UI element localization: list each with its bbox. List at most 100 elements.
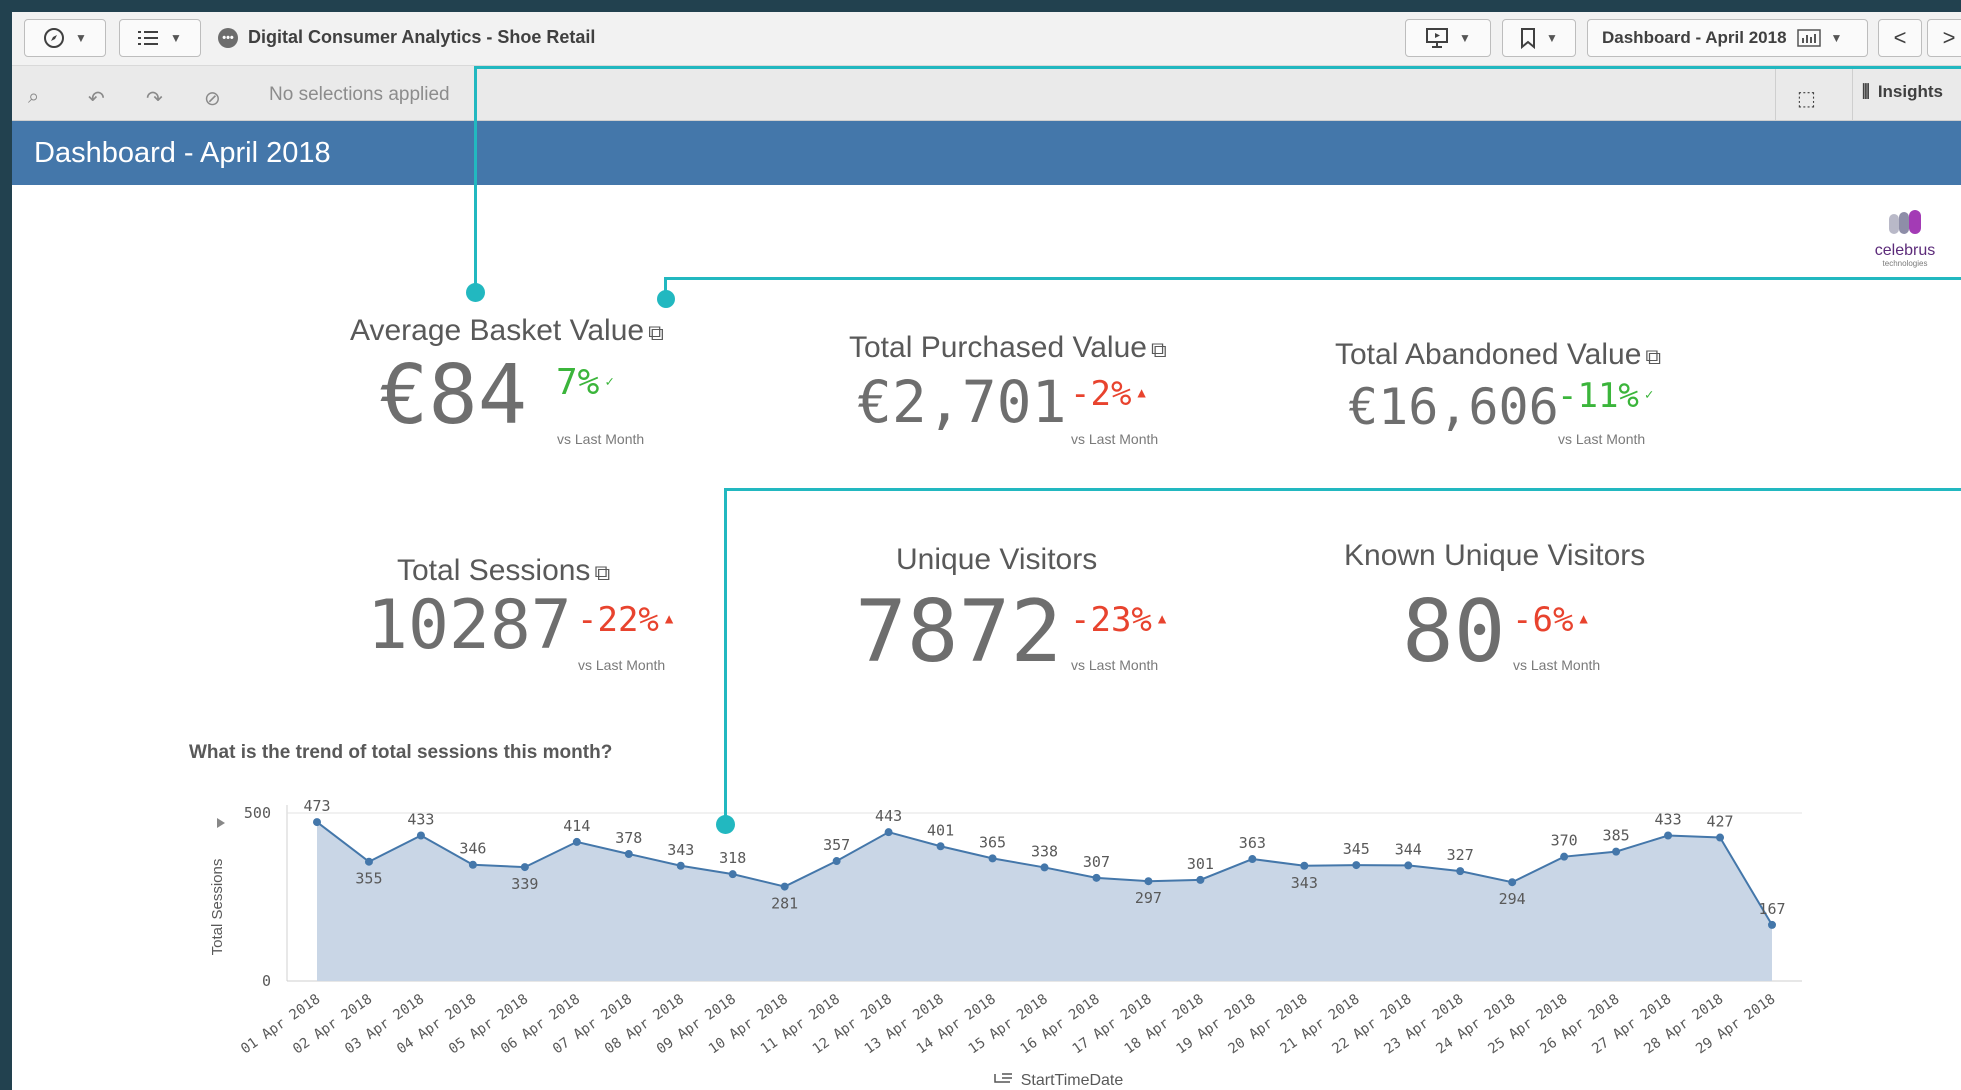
data-point	[1248, 855, 1257, 864]
present-icon	[1426, 28, 1449, 48]
data-point	[1716, 833, 1725, 842]
data-point	[1040, 863, 1049, 872]
data-point	[1612, 847, 1621, 856]
smart-search-icon[interactable]: ⌕	[28, 86, 39, 109]
data-point	[1144, 877, 1153, 886]
chevron-down-icon: ▼	[1830, 31, 1843, 45]
bookmark-button[interactable]: ▼	[1502, 19, 1576, 57]
app-window: ▼ ▼ ••• Digital Consumer Analytics - Sho…	[12, 12, 1961, 1090]
data-point	[1196, 875, 1205, 884]
y-axis-title: Total Sessions	[209, 859, 226, 956]
chart-plot-area: 0500 47301 Apr 201835502 Apr 201843303 Ap…	[209, 797, 1802, 1089]
callout-dot	[466, 283, 485, 302]
chevron-down-icon: ▼	[170, 31, 182, 45]
data-label: 427	[1706, 813, 1733, 831]
sheet-selector-label: Dashboard - April 2018	[1602, 28, 1787, 47]
data-point	[364, 857, 373, 866]
step-back-icon[interactable]: ↶	[88, 86, 105, 111]
chevron-left-icon: <	[1893, 25, 1907, 50]
data-label: 433	[1655, 811, 1682, 829]
data-label: 343	[1291, 874, 1318, 892]
data-label: 281	[771, 895, 798, 913]
data-point	[676, 861, 685, 870]
data-point	[884, 828, 893, 837]
y-tick-label: 0	[262, 972, 271, 990]
data-label: 365	[979, 833, 1006, 851]
insights-button[interactable]: ⫼ Insights	[1862, 82, 1943, 102]
data-point	[780, 882, 789, 891]
insights-icon: ⫼	[1862, 82, 1870, 101]
data-label: 357	[823, 836, 850, 854]
app-title: ••• Digital Consumer Analytics - Shoe Re…	[218, 27, 595, 48]
callout-line	[724, 488, 1961, 491]
sessions-trend-chart[interactable]: 0500 47301 Apr 201835502 Apr 201843303 Ap…	[12, 186, 1961, 1090]
selection-bar: ⌕ ↶ ↷ ⊘ No selections applied ⬚ ⫼ Insigh…	[12, 66, 1961, 121]
bookmark-icon	[1521, 28, 1536, 49]
chevron-down-icon: ▼	[1546, 31, 1558, 45]
data-label: 345	[1343, 840, 1370, 858]
data-point	[728, 870, 737, 879]
callout-dot	[716, 815, 735, 834]
selection-tool-icon[interactable]: ⬚	[1797, 86, 1816, 111]
data-point	[572, 837, 581, 846]
data-label: 378	[615, 829, 642, 847]
next-sheet-button[interactable]: >	[1927, 19, 1961, 57]
data-label: 363	[1239, 834, 1266, 852]
app-icon: •••	[218, 27, 238, 48]
previous-sheet-button[interactable]: <	[1878, 19, 1922, 57]
data-point	[988, 854, 997, 863]
callout-line	[474, 66, 477, 294]
clear-selections-icon[interactable]: ⊘	[204, 86, 221, 111]
navigation-menu-button[interactable]: ▼	[24, 19, 106, 57]
insights-label: Insights	[1877, 82, 1943, 101]
data-point	[936, 842, 945, 851]
data-point	[520, 863, 529, 872]
data-point	[1300, 861, 1309, 870]
sheet-selector[interactable]: Dashboard - April 2018 ▼	[1587, 19, 1868, 57]
chevron-down-icon: ▼	[75, 31, 87, 45]
callout-dot	[657, 290, 675, 308]
data-point	[624, 849, 633, 858]
top-toolbar: ▼ ▼ ••• Digital Consumer Analytics - Sho…	[12, 12, 1961, 66]
callout-line	[724, 488, 727, 828]
global-menu-button[interactable]: ▼	[119, 19, 201, 57]
data-point	[416, 831, 425, 840]
data-label: 443	[875, 807, 902, 825]
callout-line	[474, 66, 1961, 69]
data-point	[313, 818, 321, 827]
sheet-icon	[1796, 29, 1821, 47]
data-label: 301	[1187, 855, 1214, 873]
data-label: 385	[1603, 827, 1630, 845]
data-label: 346	[459, 840, 486, 858]
x-axis-title: StartTimeDate	[1021, 1072, 1124, 1089]
data-label: 433	[407, 811, 434, 829]
data-label: 370	[1551, 832, 1578, 850]
data-label: 318	[719, 849, 746, 867]
present-button[interactable]: ▼	[1405, 19, 1491, 57]
data-point	[1768, 920, 1776, 929]
data-point	[1092, 873, 1101, 882]
data-point	[832, 857, 841, 866]
data-point	[1404, 861, 1413, 870]
data-label: 338	[1031, 842, 1058, 860]
data-label: 339	[511, 875, 538, 893]
data-label: 473	[303, 797, 330, 815]
chevron-right-icon: >	[1942, 25, 1956, 50]
divider	[1852, 66, 1853, 120]
data-label: 343	[667, 841, 694, 859]
data-label: 294	[1499, 890, 1526, 908]
divider	[1775, 66, 1776, 120]
data-point	[1456, 867, 1465, 876]
data-point	[1560, 852, 1569, 861]
sheet-title-bar: Dashboard - April 2018	[12, 121, 1961, 185]
dimension-icon	[994, 1073, 1012, 1083]
app-title-text: Digital Consumer Analytics - Shoe Retail	[248, 27, 596, 47]
data-point	[468, 860, 477, 869]
callout-line	[664, 277, 1961, 280]
sheet-content: celebrus technologies Average Basket Val…	[12, 66, 1961, 1090]
chevron-down-icon: ▼	[1459, 31, 1471, 45]
data-label: 355	[355, 870, 382, 888]
step-forward-icon[interactable]: ↷	[146, 86, 163, 111]
data-label: 167	[1758, 900, 1785, 918]
compass-icon	[44, 28, 65, 48]
